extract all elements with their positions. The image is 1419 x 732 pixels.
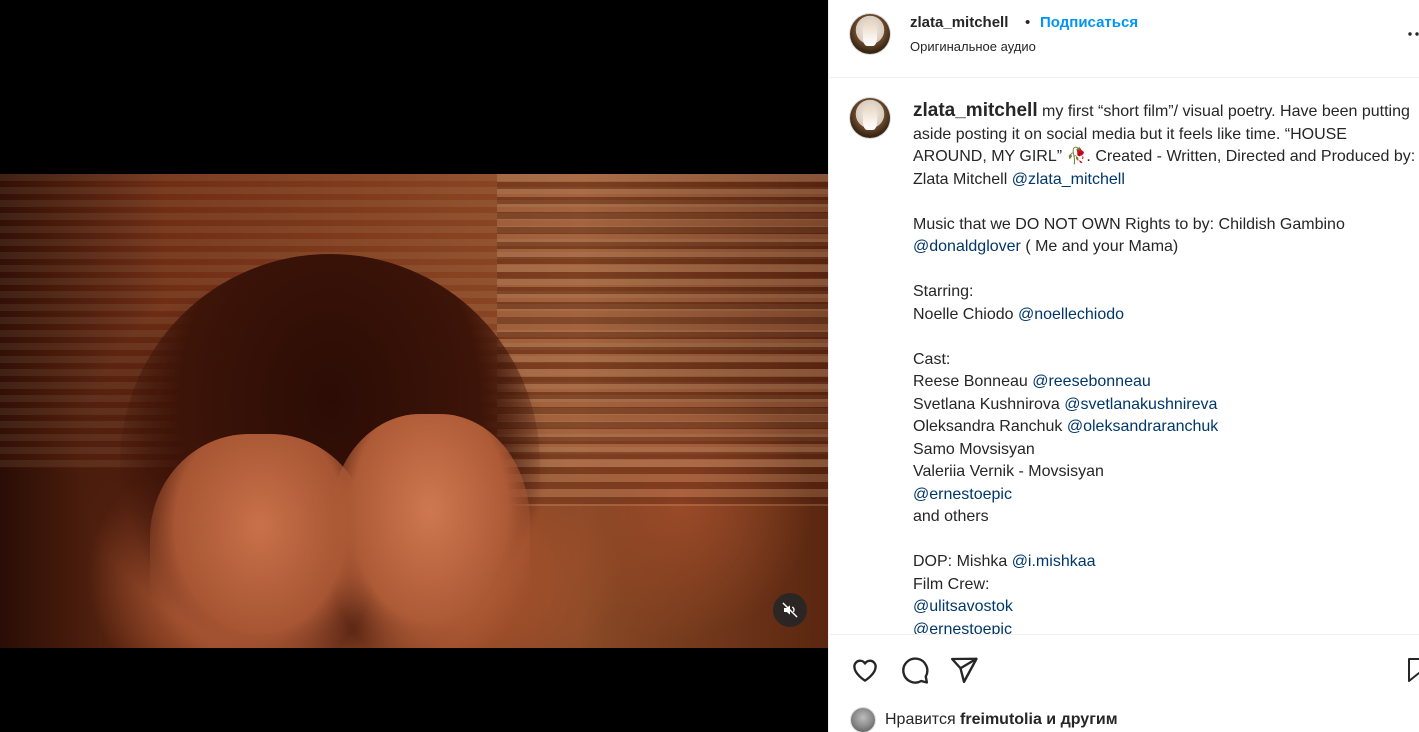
caption-dop: DOP: Mishka — [913, 553, 1012, 570]
likes-row: Нравится freimutolia и другим — [851, 708, 1118, 732]
caption-music: Music that we DO NOT OWN Rights to by: C… — [913, 215, 1345, 233]
bookmark-icon[interactable] — [1407, 655, 1419, 685]
comment-icon[interactable] — [900, 655, 930, 685]
cast-name: Valeriia Vernik - Movsisyan — [913, 463, 1104, 480]
likes-suffix[interactable]: и другим — [1042, 711, 1117, 728]
mention-link[interactable]: @noellechiodo — [1018, 306, 1124, 323]
paper-plane-icon[interactable] — [949, 655, 979, 685]
post-actions: Нравится freimutolia и другим — [829, 634, 1419, 732]
mention-link[interactable]: @ernestoepic — [913, 486, 1012, 503]
heart-icon[interactable] — [850, 655, 880, 685]
caption-cast-label: Cast: — [913, 350, 951, 368]
mention-link[interactable]: @ulitsavostok — [913, 598, 1013, 615]
mention-link[interactable]: @ernestoepic — [913, 621, 1012, 635]
header-separator: • — [1025, 14, 1031, 31]
header-username[interactable]: zlata_mitchell — [910, 14, 1008, 31]
caption-username[interactable]: zlata_mitchell — [913, 100, 1038, 121]
mention-link[interactable]: @svetlanakushnireva — [1064, 396, 1217, 413]
cast-name: Reese Bonneau — [913, 373, 1033, 390]
cast-name: Samo Movsisyan — [913, 440, 1035, 458]
video-pane — [0, 0, 828, 732]
avatar[interactable] — [850, 14, 890, 54]
mention-link[interactable]: @reesebonneau — [1032, 373, 1151, 390]
caption-film-crew-label: Film Crew: — [913, 575, 990, 593]
video-scene-window — [496, 174, 828, 506]
cast-name: Oleksandra Ranchuk — [913, 418, 1067, 435]
mention-link[interactable]: @i.mishkaa — [1012, 553, 1096, 570]
video-player[interactable] — [0, 174, 828, 648]
audio-label[interactable]: Оригинальное аудио — [910, 39, 1036, 54]
caption-avatar[interactable] — [850, 98, 890, 138]
cast-name: Svetlana Kushnirova — [913, 395, 1065, 413]
mention-link[interactable]: @zlata_mitchell — [1012, 171, 1125, 188]
caption-starring-label: Starring: — [913, 283, 974, 300]
mention-link[interactable]: @donaldglover — [913, 238, 1021, 255]
mute-button[interactable] — [773, 593, 807, 627]
post-header: zlata_mitchell • Подписаться Оригинально… — [829, 0, 1419, 78]
caption-star-name: Noelle Chiodo — [913, 305, 1018, 323]
follow-button[interactable]: Подписаться — [1040, 14, 1138, 31]
caption-music-suffix: ( Me and your Mama) — [1020, 238, 1179, 255]
caption-text: zlata_mitchell my first “short film”/ vi… — [913, 100, 1418, 634]
post-side-panel: zlata_mitchell • Подписаться Оригинально… — [828, 0, 1419, 732]
more-dots-icon[interactable] — [1406, 22, 1419, 46]
mention-link[interactable]: @oleksandraranchuk — [1067, 418, 1218, 435]
video-scene-hand-right — [330, 414, 530, 648]
likes-user[interactable]: freimutolia — [960, 711, 1042, 728]
caption-and-others: and others — [913, 508, 989, 525]
speaker-muted-icon — [782, 602, 798, 618]
avatar[interactable] — [851, 708, 875, 732]
likes-prefix: Нравится — [885, 711, 961, 728]
caption-area: zlata_mitchell my first “short film”/ vi… — [829, 78, 1419, 634]
likes-text[interactable]: Нравится freimutolia и другим — [885, 711, 1118, 729]
